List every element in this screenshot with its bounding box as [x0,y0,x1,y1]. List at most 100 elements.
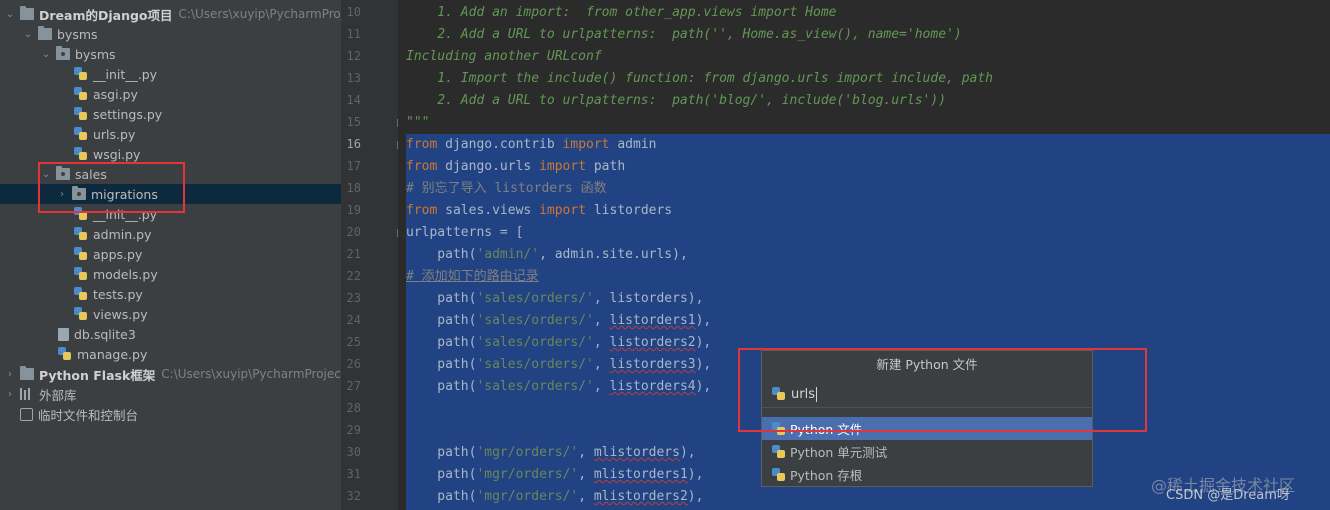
keyword: import [539,159,587,174]
tree-item-file[interactable]: urls.py [0,124,341,144]
tree-item-file[interactable]: settings.py [0,104,341,124]
python-file-icon [74,227,88,241]
chevron-down-icon[interactable]: ⌄ [4,9,16,20]
line-number: 28 [346,401,361,415]
file-name-input[interactable]: urls [762,381,1092,407]
unresolved-reference: mlistorders1 [593,467,688,482]
file-name-value[interactable]: urls [791,387,815,402]
unresolved-reference: mlistorders2 [593,489,688,504]
tree-item-label: sales [75,166,107,182]
tree-item-file[interactable]: __init__.py [0,204,341,224]
python-file-icon [772,421,786,436]
tree-item-bysms-package[interactable]: ⌄ bysms [0,44,341,64]
tree-item-migrations[interactable]: › migrations [0,184,341,204]
code-line: path('mgr/orders/', mlistorders), [406,445,696,460]
chevron-down-icon[interactable]: ⌄ [22,29,34,40]
tree-item-label: models.py [93,266,158,282]
line-number: 31 [346,467,361,481]
code-line: Including another URLconf [406,49,602,64]
chevron-right-icon[interactable]: › [56,189,68,200]
tree-item-label: manage.py [77,346,148,362]
tree-item-label: settings.py [93,106,163,122]
tree-item-file[interactable]: tests.py [0,284,341,304]
string-literal: 'sales/orders/' [476,357,594,372]
imported-name: path [586,159,626,174]
unresolved-reference: listorders3 [609,357,696,372]
tree-item-file[interactable]: db.sqlite3 [0,324,341,344]
tree-item-file[interactable]: models.py [0,264,341,284]
code-line: from django.urls import path [406,156,625,178]
keyword: from [406,159,438,174]
string-literal: 'mgr/orders/' [476,489,579,504]
tree-item-file[interactable]: __init__.py [0,64,341,84]
keyword: from [406,203,438,218]
tree-item-file[interactable]: asgi.py [0,84,341,104]
view-function: listorders [609,291,688,306]
option-python-stub[interactable]: Python 存根 [762,463,1092,486]
new-python-file-dialog: 新建 Python 文件 urls Python 文件 Python 单元测试 … [761,350,1093,487]
chevron-right-icon[interactable]: › [4,389,16,400]
tree-item-bysms-project[interactable]: ⌄ bysms [0,24,341,44]
code-line: path('mgr/orders/', mlistorders1), [406,467,704,482]
module-name: sales.views [437,203,540,218]
tree-item-file[interactable]: admin.py [0,224,341,244]
tree-item-scratches[interactable]: › 临时文件和控制台 [0,404,341,424]
tree-item-label: apps.py [93,246,143,262]
tree-item-file[interactable]: wsgi.py [0,144,341,164]
scratch-console-icon [20,407,33,421]
option-python-unit-test[interactable]: Python 单元测试 [762,440,1092,463]
chevron-down-icon[interactable]: ⌄ [40,49,52,60]
code-line: path('sales/orders/', listorders), [406,291,704,306]
package-folder-icon [56,166,70,180]
watermark: CSDN @是Dream呀 [1166,488,1290,503]
line-number: 32 [346,489,361,503]
line-number: 14 [346,93,361,107]
chevron-down-icon[interactable]: ⌄ [40,169,52,180]
option-label: Python 单元测试 [790,445,888,460]
tree-item-file[interactable]: views.py [0,304,341,324]
code-comment: # 别忘了导入 listorders 函数 [406,181,607,196]
tree-item-label: wsgi.py [93,146,141,162]
python-file-icon [74,147,88,161]
tree-item-file[interactable]: apps.py [0,244,341,264]
keyword: import [562,137,610,152]
text-caret [815,386,817,402]
code-line: 1. Add an import: from other_app.views i… [406,5,837,20]
tree-item-label: migrations [91,186,158,202]
python-file-icon [74,267,88,281]
dialog-title: 新建 Python 文件 [876,357,978,372]
string-literal: 'sales/orders/' [476,335,594,350]
tree-item-flask-project[interactable]: › Python Flask框架 C:\Users\xuyip\PycharmP… [0,364,341,384]
tree-item-file[interactable]: manage.py [0,344,341,364]
tree-item-path: C:\Users\xuyip\PycharmProjects\F [161,367,341,381]
code-line: 1. Import the include() function: from d… [406,71,993,86]
line-number: 30 [346,445,361,459]
line-number: 19 [346,203,361,217]
tree-item-external-libraries[interactable]: › 外部库 [0,384,341,404]
keyword: import [539,203,587,218]
line-number: 11 [346,27,361,41]
python-file-icon [74,307,88,321]
divider [762,407,1092,408]
tree-item-label: views.py [93,306,148,322]
tree-item-project-root[interactable]: ⌄ Dream的Django项目 C:\Users\xuyip\PycharmP… [0,4,341,24]
line-number: 27 [346,379,361,393]
code-line: path('sales/orders/', listorders4), [406,379,712,394]
line-number: 15 [346,115,361,129]
string-literal: 'mgr/orders/' [476,467,579,482]
tree-item-label: bysms [75,46,116,62]
python-file-icon [74,287,88,301]
string-literal: 'sales/orders/' [476,313,594,328]
chevron-right-icon[interactable]: › [4,369,16,380]
code-line: path('sales/orders/', listorders1), [406,313,712,328]
python-file-icon [772,467,786,482]
tree-item-sales[interactable]: ⌄ sales [0,164,341,184]
string-literal: 'sales/orders/' [476,291,594,306]
python-file-icon [58,347,72,361]
option-python-file[interactable]: Python 文件 [762,417,1092,440]
python-file-icon [772,387,786,401]
editor-gutter[interactable]: 10 11 12 13 14 15 16 17 18 19 20 21 22 2… [341,0,405,510]
tree-item-label: urls.py [93,126,136,142]
line-number: 12 [346,49,361,63]
string-literal: 'sales/orders/' [476,379,594,394]
